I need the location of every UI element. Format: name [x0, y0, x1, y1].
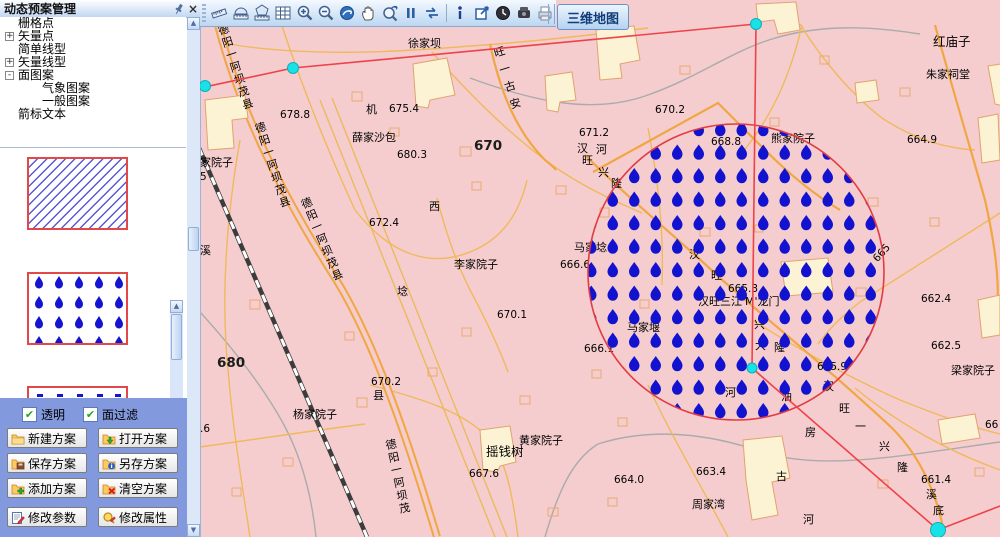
- checkbox-label: 面过滤: [102, 406, 138, 423]
- layer-tree: 栅格点 +矢量点 简单线型 +矢量线型 -面图案 气象图案 一般图案 箭标文本: [0, 17, 186, 147]
- face-filter-checkbox[interactable]: ✔ 面过滤: [83, 406, 138, 423]
- edit-params-icon: [11, 511, 25, 524]
- add-plan-button[interactable]: 添加方案: [7, 478, 87, 498]
- panel-scrollbar[interactable]: ▲ ▼: [187, 17, 200, 537]
- plan-controls-panel: ✔ 透明 ✔ 面过滤 新建方案 打开方案 保存方案 另存方案 添加方案 清空方案 修…: [0, 398, 187, 537]
- toolbar-separator: [548, 4, 555, 24]
- measure-height-icon[interactable]: [230, 3, 251, 23]
- map-3d-button[interactable]: 三维地图: [557, 4, 629, 30]
- folder-save-icon: [11, 457, 25, 470]
- checkbox-check-icon: ✔: [83, 407, 98, 422]
- panel-title-bar: 动态预案管理 ×: [0, 0, 200, 18]
- folder-clear-icon: [102, 482, 116, 495]
- clear-plan-button[interactable]: 清空方案: [98, 478, 178, 498]
- map-background: [200, 0, 1000, 537]
- toolbar-grip[interactable]: [202, 4, 206, 22]
- folder-open-icon: [102, 432, 116, 445]
- pan-hand-icon[interactable]: [358, 3, 379, 23]
- open-plan-button[interactable]: 打开方案: [98, 428, 178, 448]
- snapshot-icon[interactable]: [514, 3, 535, 23]
- checkbox-label: 透明: [41, 406, 65, 423]
- modify-props-button[interactable]: 修改属性: [98, 507, 178, 527]
- measure-distance-icon[interactable]: [209, 3, 230, 23]
- tree-item-area-patterns[interactable]: -面图案: [0, 69, 186, 82]
- folder-new-icon: [11, 432, 25, 445]
- folder-add-icon: [11, 482, 25, 495]
- save-as-plan-button[interactable]: 另存方案: [98, 453, 178, 473]
- export-icon[interactable]: [471, 3, 492, 23]
- tree-item-weather-patterns[interactable]: 气象图案: [0, 82, 186, 95]
- rain-drop-swatch[interactable]: [27, 272, 128, 345]
- panel-title: 动态预案管理: [0, 0, 172, 17]
- history-clock-icon[interactable]: [492, 3, 513, 23]
- map-canvas[interactable]: 徐家坝红庙子朱家祠堂678.8机675.4薛家沙包680.3670670.266…: [200, 0, 1000, 537]
- save-plan-button[interactable]: 保存方案: [7, 453, 87, 473]
- modify-params-button[interactable]: 修改参数: [7, 507, 87, 527]
- checkbox-check-icon: ✔: [22, 407, 37, 422]
- grid-icon[interactable]: [273, 3, 294, 23]
- new-plan-button[interactable]: 新建方案: [7, 428, 87, 448]
- zoom-previous-icon[interactable]: [379, 3, 400, 23]
- application-window: 徐家坝红庙子朱家祠堂678.8机675.4薛家沙包680.3670670.266…: [0, 0, 1000, 537]
- map-base-layer: [200, 0, 1000, 537]
- scroll-up-arrow[interactable]: ▲: [187, 17, 200, 30]
- scroll-up-arrow[interactable]: ▲: [170, 300, 183, 313]
- transparent-checkbox[interactable]: ✔ 透明: [22, 406, 65, 423]
- edit-props-icon: [102, 511, 116, 524]
- zoom-out-icon[interactable]: [315, 3, 336, 23]
- tree-item-arrow-text[interactable]: 箭标文本: [0, 108, 186, 121]
- pin-icon[interactable]: [172, 2, 186, 16]
- pattern-preview-list: ▲ ▼: [0, 148, 186, 398]
- full-extent-icon[interactable]: [336, 3, 357, 23]
- info-icon[interactable]: [450, 3, 471, 23]
- scroll-down-arrow[interactable]: ▼: [187, 524, 200, 537]
- tree-expander[interactable]: -: [5, 71, 14, 80]
- tree-item-label: 箭标文本: [17, 108, 66, 121]
- plan-manager-panel: 动态预案管理 × 栅格点 +矢量点 简单线型 +矢量线型 -面图案 气象图案 一…: [0, 0, 201, 537]
- tree-expander[interactable]: +: [5, 32, 14, 41]
- scrollbar-thumb[interactable]: [171, 314, 182, 360]
- map-toolbar: [200, 0, 556, 27]
- tree-expander[interactable]: +: [5, 58, 14, 67]
- diagonal-hatch-swatch[interactable]: [27, 157, 128, 230]
- close-icon[interactable]: ×: [186, 2, 200, 16]
- folder-saveas-icon: [102, 457, 116, 470]
- zoom-in-icon[interactable]: [294, 3, 315, 23]
- scrollbar-thumb[interactable]: [188, 227, 199, 251]
- toolbar-separator: [446, 4, 447, 22]
- refresh-swap-icon[interactable]: [422, 3, 443, 23]
- measure-area-icon[interactable]: [251, 3, 272, 23]
- pause-icon[interactable]: [400, 3, 421, 23]
